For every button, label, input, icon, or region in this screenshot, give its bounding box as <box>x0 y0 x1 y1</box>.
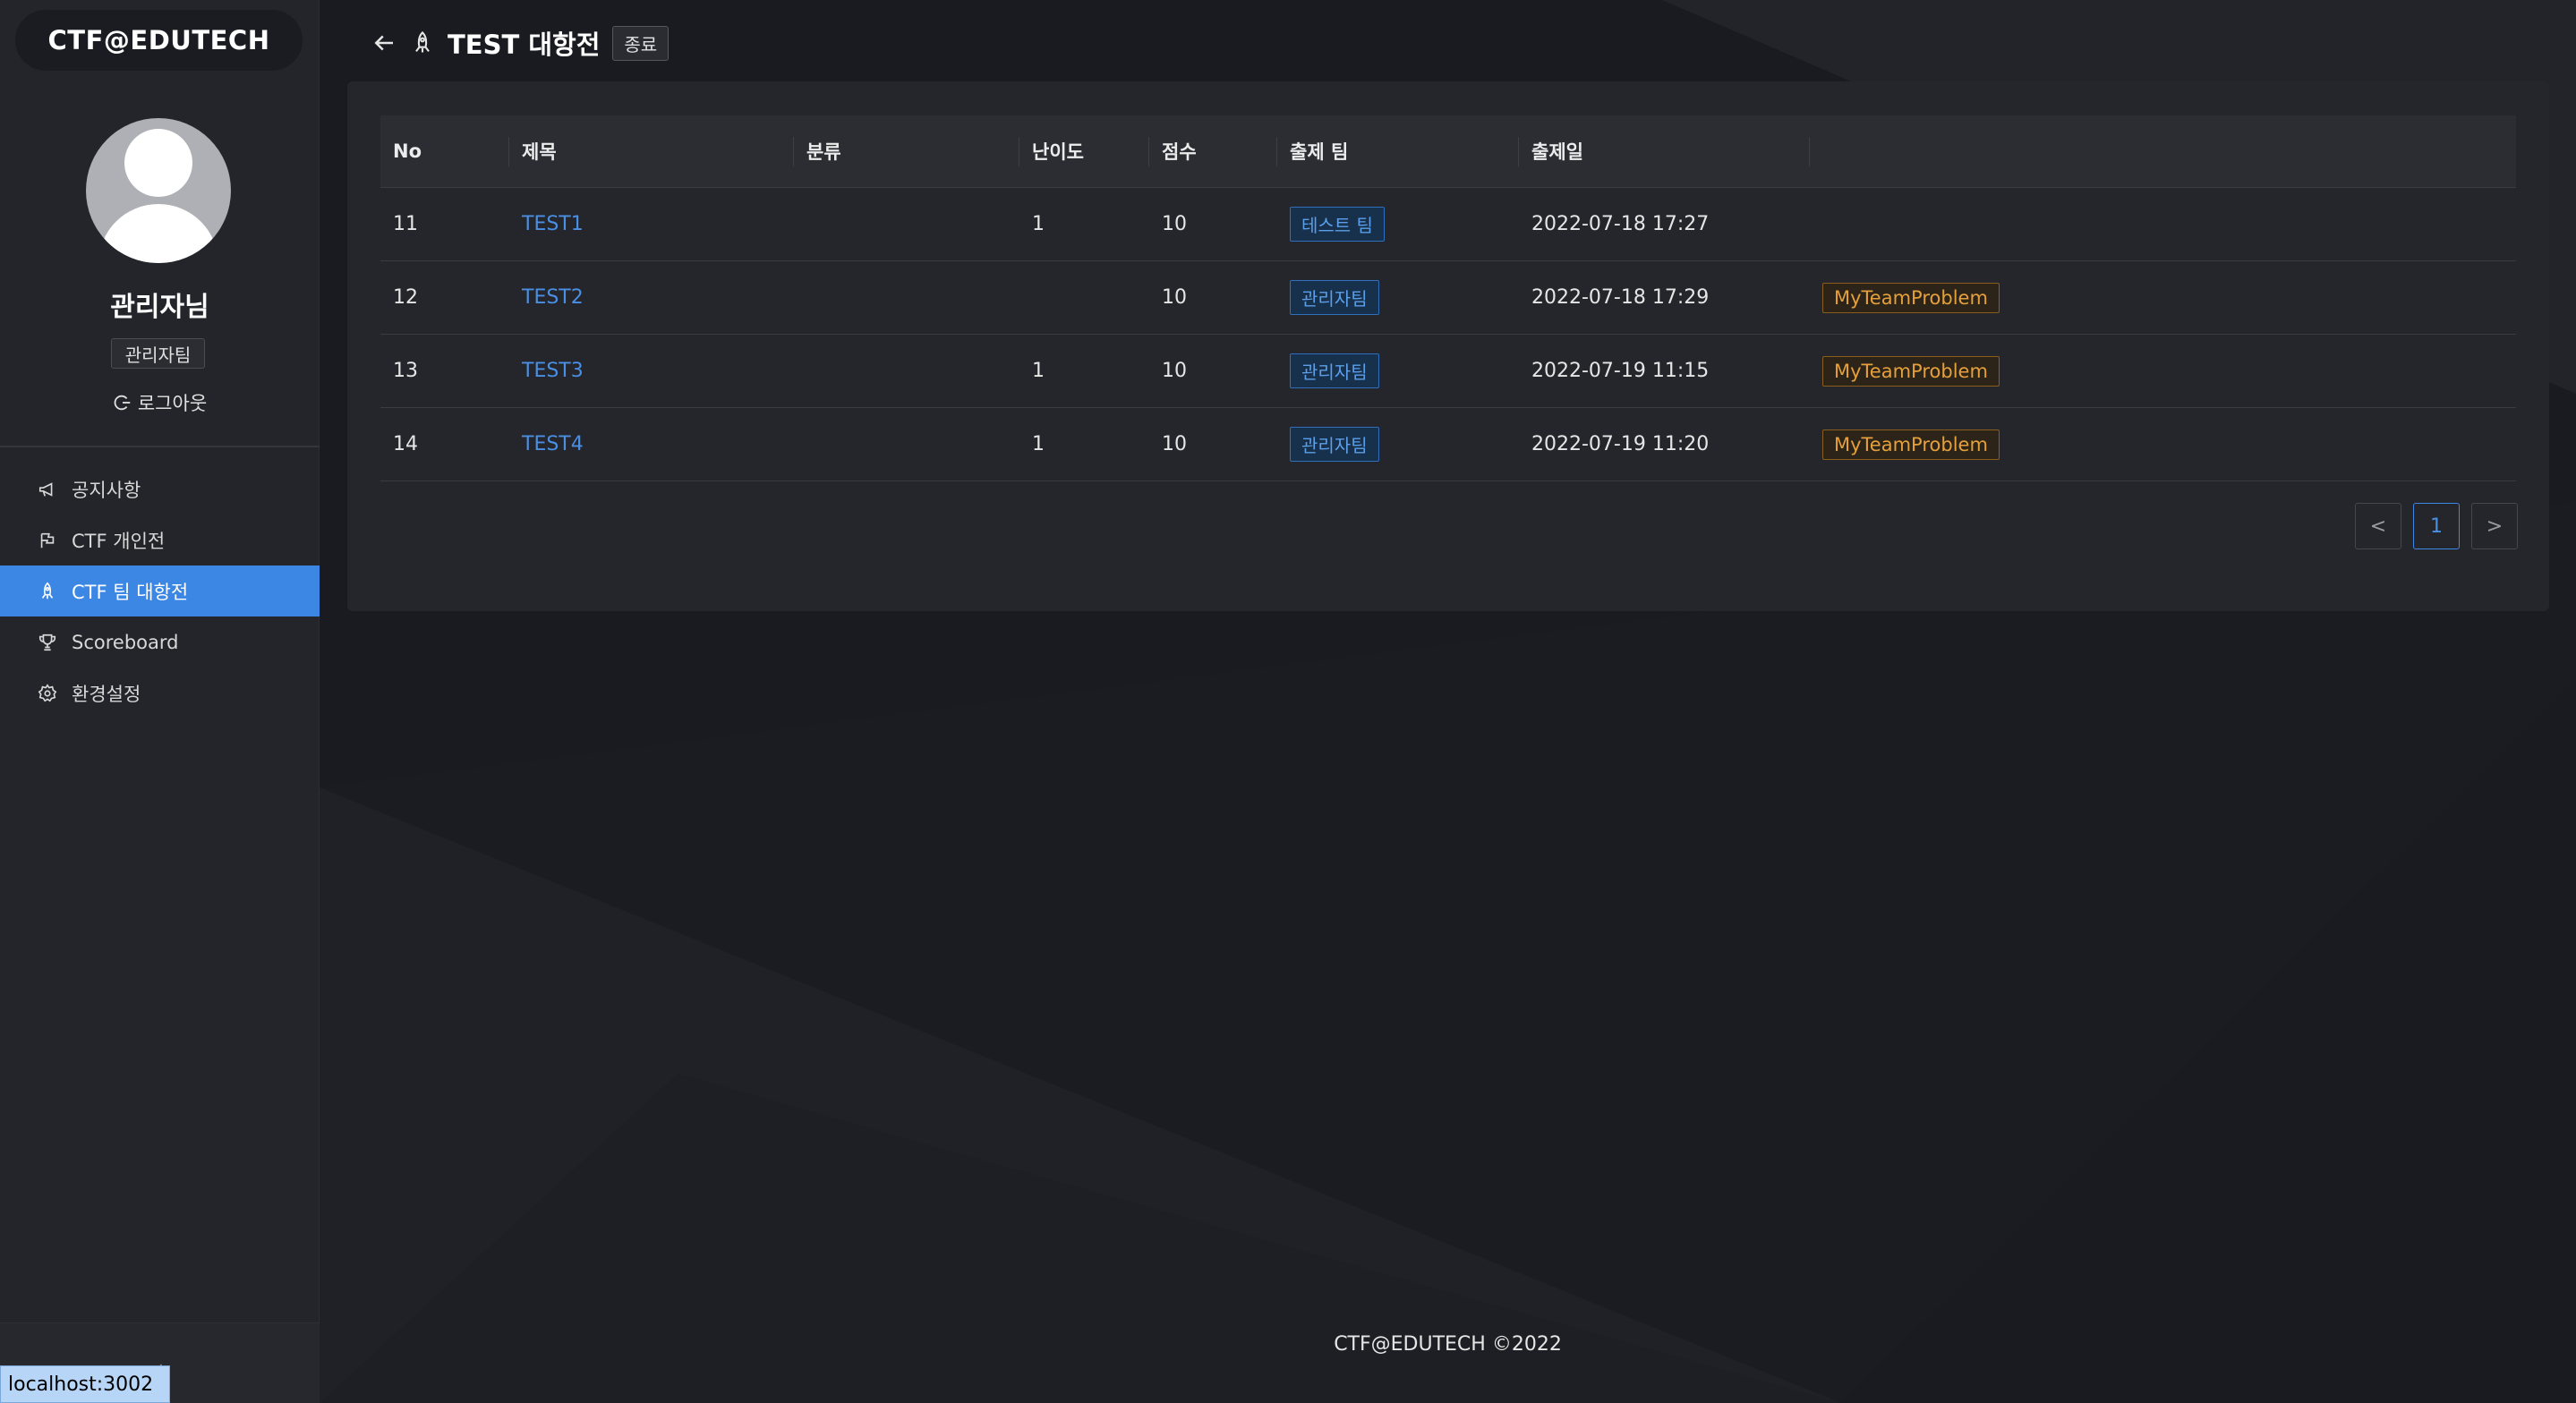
prev-page-button[interactable]: < <box>2355 503 2401 549</box>
rocket-icon <box>415 30 430 53</box>
column-header: 출제일 <box>1519 136 1810 166</box>
sidebar-divider <box>0 446 320 447</box>
trophy-icon <box>38 633 56 650</box>
cell-date: 2022-07-18 17:29 <box>1531 286 1710 309</box>
problem-link[interactable]: TEST2 <box>522 286 584 309</box>
cell-date: 2022-07-19 11:15 <box>1531 360 1710 382</box>
cell-difficulty: 1 <box>1032 360 1045 382</box>
sidebar-item-label: 공지사항 <box>72 479 141 501</box>
column-header: 출제 팀 <box>1277 136 1519 166</box>
logout-label: 로그아웃 <box>137 393 208 414</box>
pagination: < 1 > <box>2355 503 2518 549</box>
user-name: 관리자님 <box>110 292 209 323</box>
page-header: TEST 대항전 종료 <box>371 23 670 63</box>
team-badge: 관리자팀 <box>111 338 205 369</box>
column-header <box>1810 137 2516 166</box>
team-tag: 테스트 팀 <box>1290 207 1385 242</box>
my-team-problem-tag: MyTeamProblem <box>1822 282 2000 313</box>
column-header: 난이도 <box>1019 136 1149 166</box>
team-tag: 관리자팀 <box>1290 280 1379 315</box>
my-team-problem-tag: MyTeamProblem <box>1822 355 2000 387</box>
status-bar-url: localhost:3002 <box>0 1365 170 1403</box>
sidebar-item-settings[interactable]: 환경설정 <box>0 667 320 719</box>
team-tag: 관리자팀 <box>1290 427 1379 462</box>
flag-icon <box>40 532 55 548</box>
cell-no: 11 <box>393 213 418 235</box>
sidebar-menu: 공지사항 CTF 개인전 CTF 팀 대항전 Scoreboard 환경설정 <box>0 463 320 719</box>
sidebar-item-notice[interactable]: 공지사항 <box>0 463 320 514</box>
page-title: TEST 대항전 <box>448 30 601 60</box>
column-header: No <box>380 136 509 166</box>
avatar <box>86 118 231 263</box>
sidebar-item-ctf-team[interactable]: CTF 팀 대항전 <box>0 565 320 616</box>
cell-difficulty: 1 <box>1032 433 1045 455</box>
sidebar-item-ctf-individual[interactable]: CTF 개인전 <box>0 514 320 565</box>
cell-no: 14 <box>393 433 418 455</box>
cell-score: 10 <box>1162 286 1187 309</box>
table-header: No 제목 분류 난이도 점수 출제 팀 출제일 <box>380 115 2516 188</box>
table-row: 12 TEST2 10 관리자팀 2022-07-18 17:29 MyTeam… <box>380 261 2516 335</box>
rocket-icon <box>41 582 54 599</box>
table-row: 14 TEST4 1 10 관리자팀 2022-07-19 11:20 MyTe… <box>380 408 2516 481</box>
column-header: 점수 <box>1149 136 1277 166</box>
table-row: 11 TEST1 1 10 테스트 팀 2022-07-18 17:27 <box>380 188 2516 261</box>
cell-date: 2022-07-19 11:20 <box>1531 433 1710 455</box>
cell-score: 10 <box>1162 360 1187 382</box>
problem-list-card: No 제목 분류 난이도 점수 출제 팀 출제일 11 TEST1 1 10 테… <box>347 81 2549 611</box>
problem-table: No 제목 분류 난이도 점수 출제 팀 출제일 11 TEST1 1 10 테… <box>380 115 2516 481</box>
sidebar-item-label: CTF 팀 대항전 <box>72 581 189 603</box>
cell-difficulty: 1 <box>1032 213 1045 235</box>
sidebar-item-label: 환경설정 <box>72 683 141 705</box>
problem-link[interactable]: TEST1 <box>522 213 584 235</box>
megaphone-icon <box>38 481 53 497</box>
table-row: 13 TEST3 1 10 관리자팀 2022-07-19 11:15 MyTe… <box>380 335 2516 408</box>
problem-link[interactable]: TEST4 <box>522 433 584 455</box>
page-footer: CTF@EDUTECH ©2022 <box>1334 1333 1562 1356</box>
next-page-button[interactable]: > <box>2471 503 2518 549</box>
logout-icon <box>114 395 131 411</box>
problem-link[interactable]: TEST3 <box>522 360 584 382</box>
logout-button[interactable]: 로그아웃 <box>0 388 320 417</box>
column-header: 분류 <box>794 136 1019 166</box>
sidebar-item-label: Scoreboard <box>72 631 179 653</box>
column-header: 제목 <box>509 136 794 166</box>
sidebar: CTF@EDUTECH 관리자님 관리자팀 로그아웃 공지사항 CTF 개인전 <box>0 0 320 1403</box>
app-logo[interactable]: CTF@EDUTECH <box>15 10 303 71</box>
sidebar-item-label: CTF 개인전 <box>72 530 166 552</box>
status-badge: 종료 <box>612 25 670 61</box>
gear-icon <box>38 683 57 702</box>
cell-no: 12 <box>393 286 418 309</box>
cell-score: 10 <box>1162 213 1187 235</box>
cell-score: 10 <box>1162 433 1187 455</box>
page-button[interactable]: 1 <box>2413 503 2460 549</box>
my-team-problem-tag: MyTeamProblem <box>1822 429 2000 460</box>
cell-date: 2022-07-18 17:27 <box>1531 213 1710 235</box>
back-arrow-icon[interactable] <box>371 30 397 56</box>
sidebar-item-scoreboard[interactable]: Scoreboard <box>0 616 320 667</box>
cell-no: 13 <box>393 360 418 382</box>
team-tag: 관리자팀 <box>1290 353 1379 388</box>
